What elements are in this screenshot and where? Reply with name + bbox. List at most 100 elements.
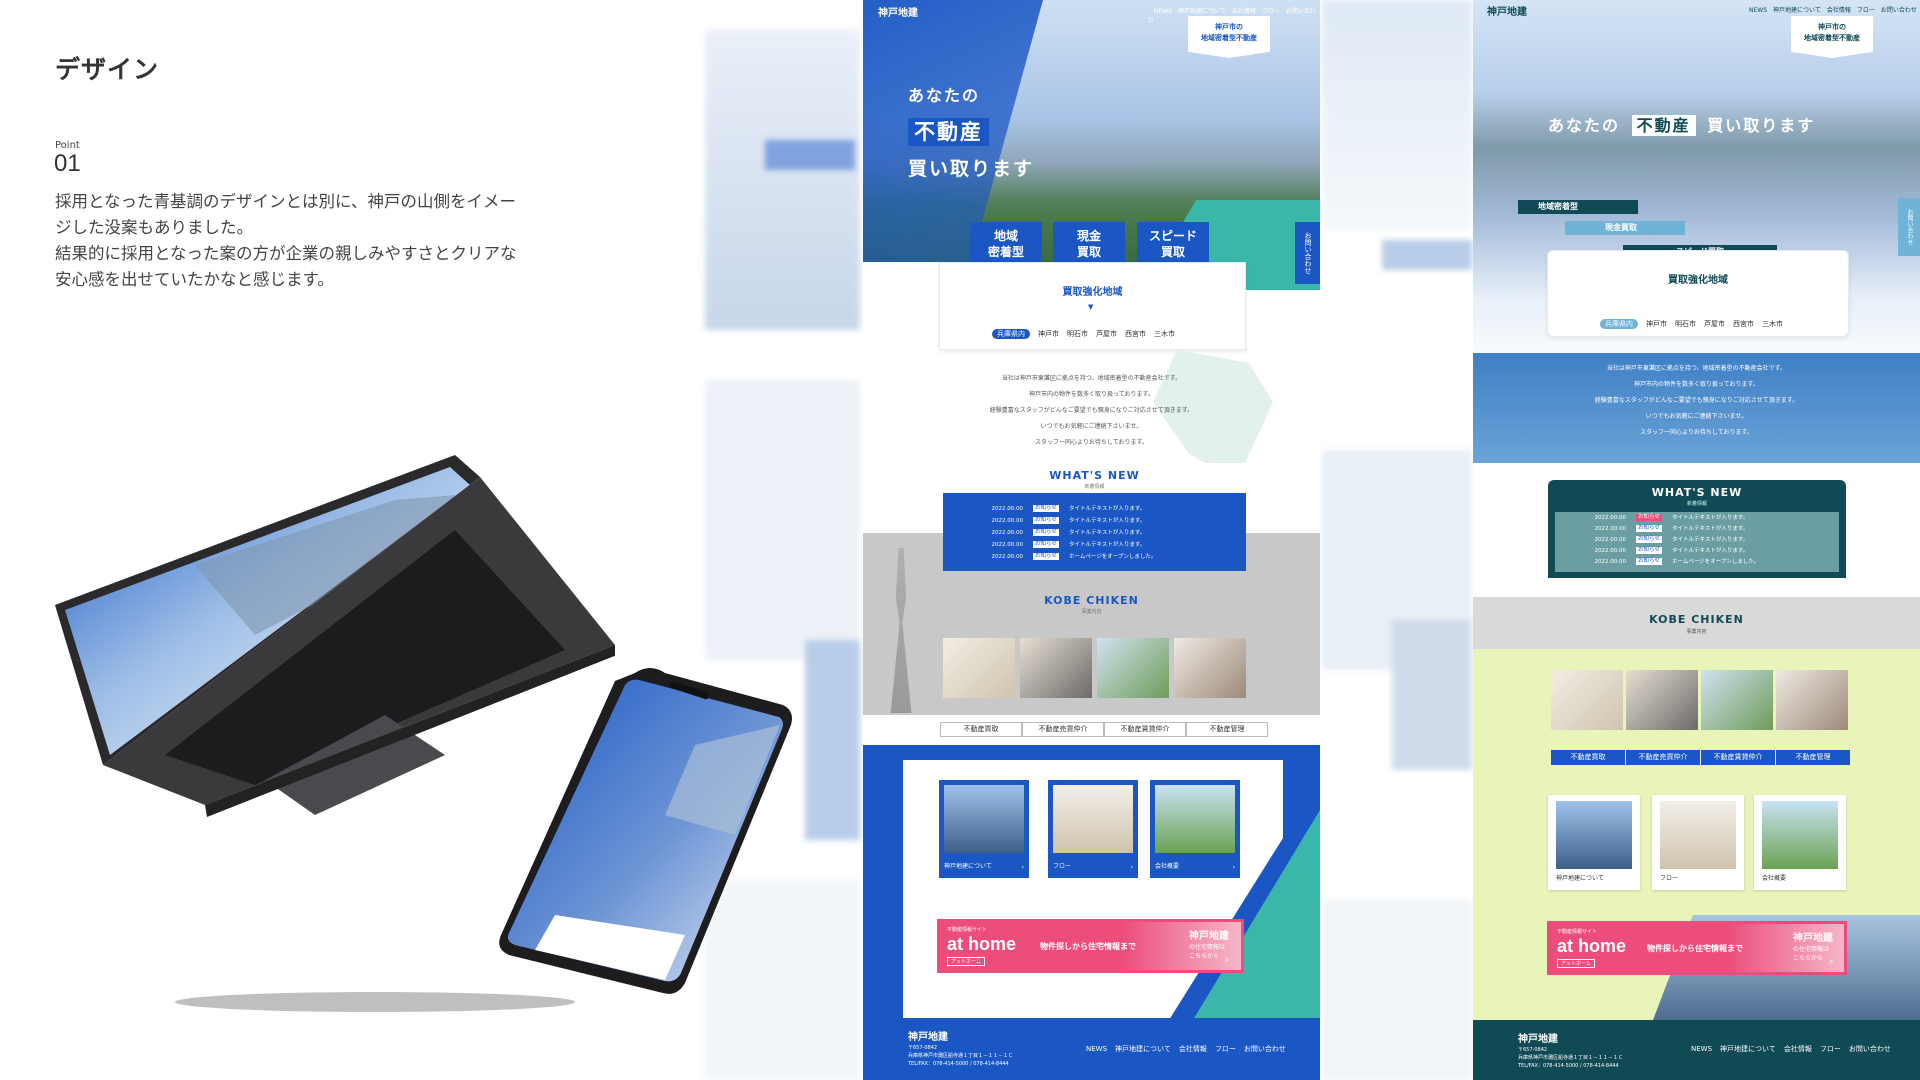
nav-news[interactable]: NEWS bbox=[1749, 7, 1767, 14]
side-contact-tab[interactable]: お問い合わせ bbox=[1295, 222, 1320, 284]
area-chip[interactable]: 神戸市 bbox=[1038, 330, 1059, 338]
side-contact-tab[interactable]: お問い合わせ bbox=[1898, 198, 1920, 256]
news-row[interactable]: 2022.00.00 お知らせ タイトルテキストが入ります。 bbox=[1566, 513, 1759, 524]
page-title: デザイン bbox=[55, 55, 160, 84]
search-icon: ⌕ bbox=[1829, 957, 1834, 966]
intro-line: 当社は神戸市東灘区に拠点を持つ、地域密着型の不動産会社です。 bbox=[1606, 365, 1787, 372]
footer-nav-contact[interactable]: お問い合わせ bbox=[1849, 1045, 1891, 1053]
area-card: 買取強化地域 兵庫県内 神戸市 明石市 芦屋市 西宮市 三木市 bbox=[1547, 250, 1849, 337]
service-photo bbox=[1701, 670, 1773, 730]
nav-company[interactable]: 会社情報 bbox=[1827, 7, 1851, 14]
card-photo bbox=[1155, 785, 1235, 853]
athome-banner[interactable]: 不動産情報サイト at home アットホーム 物件探しから住宅情報まで 神戸地… bbox=[1547, 921, 1847, 975]
area-chip[interactable]: 兵庫県内 bbox=[1600, 319, 1638, 329]
footer-nav-news[interactable]: NEWS bbox=[1086, 1045, 1107, 1053]
news-list: 2022.00.00 お知らせ タイトルテキストが入ります。 2022.00.00 お… bbox=[1566, 513, 1759, 568]
footer-tel: TEL/FAX：078-414-5000 / 078-414-8444 bbox=[908, 1061, 1009, 1067]
intro-band: 当社は神戸市東灘区に拠点を持つ、地域密着型の不動産会社です。 神戸市内の物件を数… bbox=[1473, 353, 1920, 463]
news-row[interactable]: 2022.00.00 お知らせ タイトルテキストが入ります。 bbox=[963, 515, 1156, 527]
news-row[interactable]: 2022.00.00 お知らせ タイトルテキストが入ります。 bbox=[1566, 524, 1759, 535]
link-card[interactable]: フロー › bbox=[1048, 780, 1138, 878]
news-row[interactable]: 2022.00.00 お知らせ タイトルテキストが入ります。 bbox=[963, 539, 1156, 551]
area-chip[interactable]: 西宮市 bbox=[1125, 330, 1146, 338]
footer-street: 兵庫県神戸市灘区船寺通１丁目１－１１－１Ｃ bbox=[1518, 1055, 1624, 1061]
services-title: KOBE CHIKEN bbox=[1649, 613, 1744, 626]
area-chip[interactable]: 明石市 bbox=[1675, 320, 1696, 328]
area-card: 買取強化地域 ▼ 兵庫県内 神戸市 明石市 芦屋市 西宮市 三木市 bbox=[939, 262, 1246, 350]
service-photo bbox=[1097, 638, 1169, 698]
news-row[interactable]: 2022.00.00 お知らせ ホームページをオープンしました。 bbox=[1566, 557, 1759, 568]
site-logo[interactable]: 神戸地建 bbox=[878, 4, 918, 19]
mockup-alt-design: 神戸地建 NEWS 神戸地建について 会社情報 フロー お問い合わせ 神戸市の 地域密着… bbox=[1473, 0, 1920, 1080]
banner-tag: アットホーム bbox=[947, 957, 985, 966]
footer: 神戸地建 〒657-0842 兵庫県神戸市灘区船寺通１丁目１－１１－１Ｃ TEL… bbox=[1473, 1020, 1920, 1080]
footer-nav-about[interactable]: 神戸地建について bbox=[1720, 1045, 1776, 1053]
service-button[interactable]: 不動産買取 bbox=[1551, 750, 1625, 765]
link-card[interactable]: 会社概要 › bbox=[1150, 780, 1240, 878]
banner-tag: アットホーム bbox=[1557, 959, 1595, 968]
intro-line: 経験豊富なスタッフがどんなご要望でも親身になりご対応させて頂きます。 bbox=[989, 407, 1194, 414]
news-row[interactable]: 2022.00.00 お知らせ タイトルテキストが入ります。 bbox=[963, 503, 1156, 515]
chevron-right-icon: › bbox=[1021, 864, 1024, 871]
news-row[interactable]: 2022.00.00 お知らせ ホームページをオープンしました。 bbox=[963, 551, 1156, 563]
nav-flow[interactable]: フロー bbox=[1857, 7, 1875, 14]
service-button[interactable]: 不動産管理 bbox=[1186, 722, 1268, 737]
intro-line: 神戸市内の物件を数多く取り扱っております。 bbox=[1029, 391, 1154, 398]
link-card[interactable]: フロー bbox=[1652, 795, 1744, 890]
nav-news[interactable]: NEWS bbox=[1154, 8, 1172, 15]
service-button[interactable]: 不動産賃貸仲介 bbox=[1701, 750, 1775, 765]
service-photo bbox=[943, 638, 1015, 698]
area-chip[interactable]: 芦屋市 bbox=[1704, 320, 1725, 328]
footer-nav-about[interactable]: 神戸地建について bbox=[1115, 1045, 1171, 1053]
news-subtitle: 新着情報 bbox=[1686, 501, 1707, 507]
footer-nav-flow[interactable]: フロー bbox=[1215, 1045, 1236, 1053]
area-chip[interactable]: 芦屋市 bbox=[1096, 330, 1117, 338]
nav-contact[interactable]: お問い合わせ bbox=[1881, 7, 1917, 14]
service-button[interactable]: 不動産管理 bbox=[1776, 750, 1850, 765]
news-title: WHAT'S NEW bbox=[1049, 469, 1140, 482]
service-button[interactable]: 不動産買取 bbox=[940, 722, 1022, 737]
area-chip[interactable]: 三木市 bbox=[1154, 330, 1175, 338]
footer-nav: NEWS 神戸地建について 会社情報 フロー お問い合わせ bbox=[1078, 1044, 1286, 1054]
nav-about[interactable]: 神戸地建について bbox=[1773, 7, 1821, 14]
footer-nav-flow[interactable]: フロー bbox=[1820, 1045, 1841, 1053]
card-photo bbox=[1556, 801, 1632, 869]
banner-brand: at home bbox=[947, 934, 1017, 954]
footer-nav-contact[interactable]: お問い合わせ bbox=[1244, 1045, 1286, 1053]
service-button[interactable]: 不動産売買仲介 bbox=[1022, 722, 1104, 737]
link-card[interactable]: 会社概要 bbox=[1754, 795, 1846, 890]
card-label: フロー bbox=[1053, 863, 1072, 870]
site-logo[interactable]: 神戸地建 bbox=[1487, 3, 1527, 18]
nav-company[interactable]: 会社情報 bbox=[1232, 8, 1256, 15]
banner-right-title: 神戸地建 bbox=[1189, 931, 1229, 942]
mockup-blue-design: 神戸地建 NEWS 神戸地建について 会社情報 フロー お問い合わせ 神戸市の 地域密着… bbox=[863, 0, 1320, 1080]
badge-line2: 地域密着型不動産 bbox=[1201, 34, 1257, 42]
service-button[interactable]: 不動産賃貸仲介 bbox=[1104, 722, 1186, 737]
link-card[interactable]: 神戸地建について › bbox=[939, 780, 1029, 878]
nav-flow[interactable]: フロー bbox=[1262, 8, 1280, 15]
area-chip[interactable]: 明石市 bbox=[1067, 330, 1088, 338]
area-chip[interactable]: 三木市 bbox=[1762, 320, 1783, 328]
news-row[interactable]: 2022.00.00 お知らせ タイトルテキストが入ります。 bbox=[963, 527, 1156, 539]
banner-small: 不動産情報サイト bbox=[1557, 929, 1598, 935]
news-row[interactable]: 2022.00.00 お知らせ タイトルテキストが入ります。 bbox=[1566, 535, 1759, 546]
athome-banner[interactable]: 不動産情報サイト at home アットホーム 物件探しから住宅情報まで 神戸地… bbox=[937, 919, 1244, 973]
area-chip[interactable]: 神戸市 bbox=[1646, 320, 1667, 328]
footer-nav-news[interactable]: NEWS bbox=[1691, 1045, 1712, 1053]
description-line: ジした没案もありました。 bbox=[55, 218, 253, 237]
footer-nav-company[interactable]: 会社情報 bbox=[1179, 1045, 1207, 1053]
footer: 神戸地建 〒657-0842 兵庫県神戸市灘区船寺通１丁目１－１１－１Ｃ TEL… bbox=[863, 1018, 1320, 1080]
intro-line: スタッフ一同心よりお待ちしております。 bbox=[1035, 439, 1148, 446]
news-card: WHAT'S NEW 新着情報 2022.00.00 お知らせ タイトルテキストが入… bbox=[1548, 480, 1846, 578]
nav-about[interactable]: 神戸地建について bbox=[1178, 8, 1226, 15]
area-chip[interactable]: 西宮市 bbox=[1733, 320, 1754, 328]
feature-tag: 地域密着型 bbox=[1518, 200, 1638, 214]
area-chip[interactable]: 兵庫県内 bbox=[992, 329, 1030, 339]
background-mockup-blur-mid bbox=[1322, 0, 1472, 1080]
news-row[interactable]: 2022.00.00 お知らせ タイトルテキストが入ります。 bbox=[1566, 546, 1759, 557]
footer-nav-company[interactable]: 会社情報 bbox=[1784, 1045, 1812, 1053]
area-title: 買取強化地域 bbox=[1062, 287, 1123, 298]
point-number: 01 bbox=[54, 150, 81, 177]
link-card[interactable]: 神戸地建について bbox=[1548, 795, 1640, 890]
service-button[interactable]: 不動産売買仲介 bbox=[1626, 750, 1700, 765]
